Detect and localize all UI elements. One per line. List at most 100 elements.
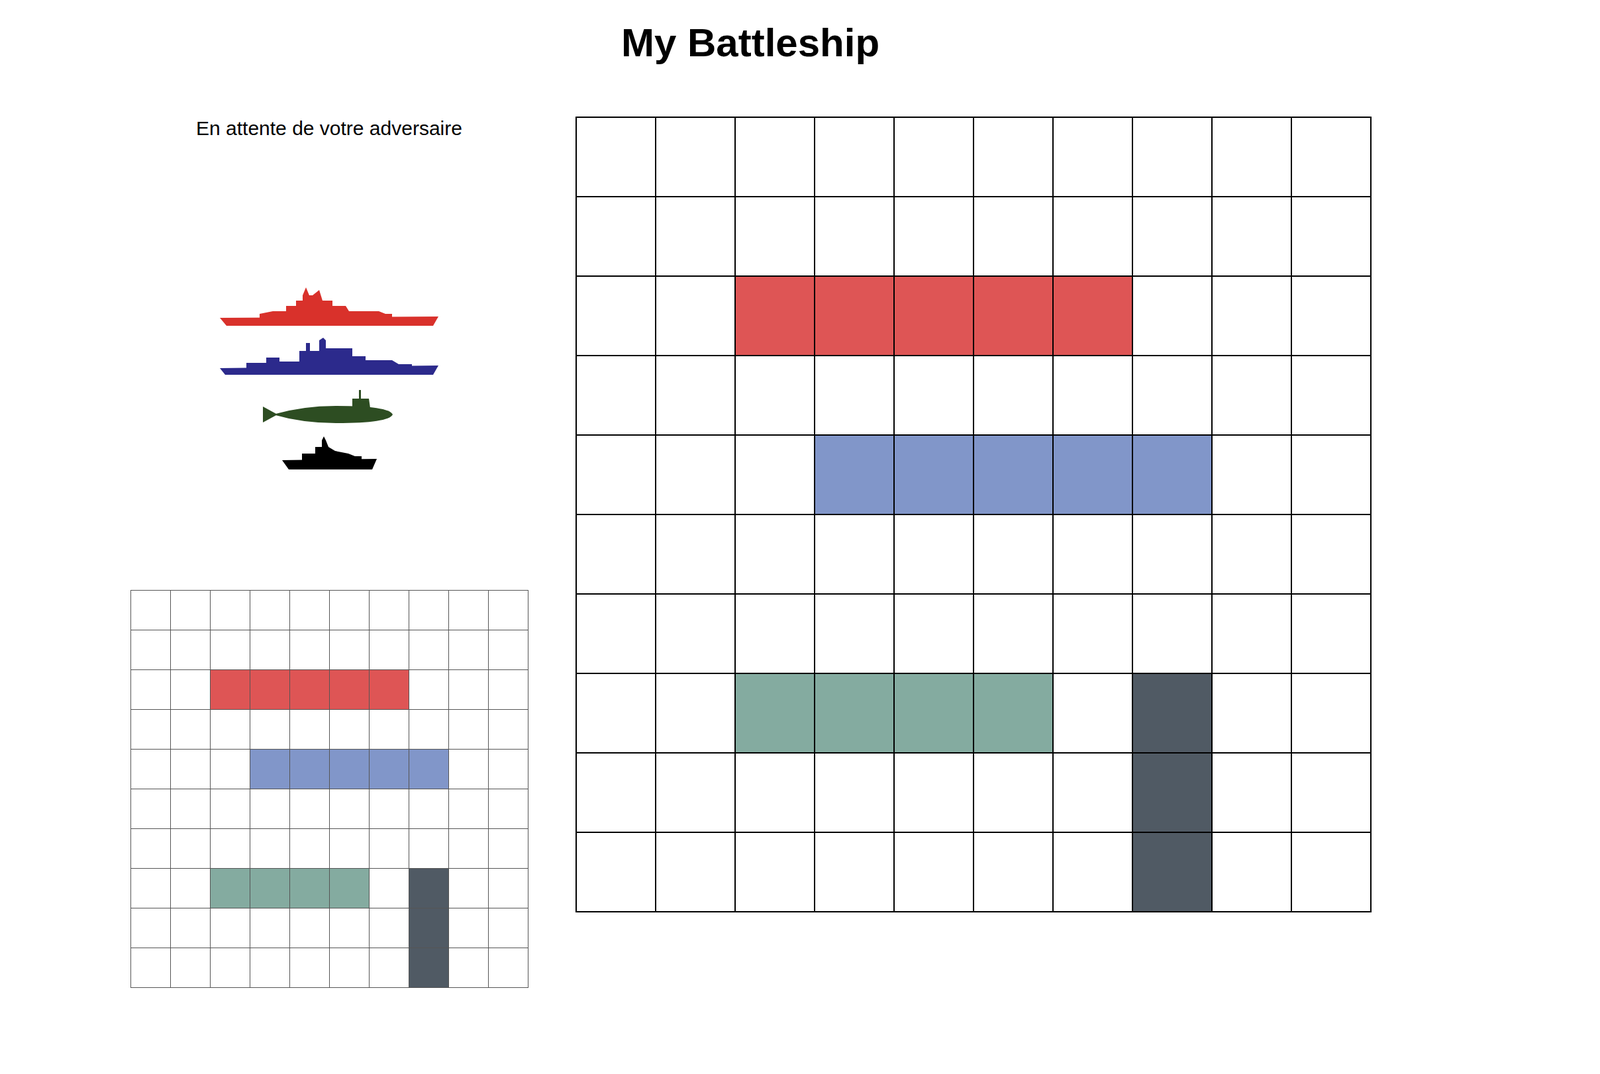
ship-cell[interactable] (290, 749, 330, 790)
grid-cell[interactable] (1292, 197, 1372, 277)
grid-cell[interactable] (1292, 435, 1372, 516)
ship-cell[interactable] (210, 670, 251, 710)
ship-cell[interactable] (409, 749, 450, 790)
grid-cell[interactable] (329, 789, 370, 830)
grid-cell[interactable] (131, 868, 171, 909)
grid-cell[interactable] (894, 515, 975, 595)
grid-cell[interactable] (656, 515, 736, 595)
grid-cell[interactable] (290, 908, 330, 949)
grid-cell[interactable] (329, 948, 370, 989)
grid-cell[interactable] (815, 117, 895, 198)
grid-cell[interactable] (409, 829, 450, 869)
grid-cell[interactable] (409, 709, 450, 750)
grid-cell[interactable] (815, 594, 895, 675)
grid-cell[interactable] (1053, 197, 1134, 277)
grid-cell[interactable] (449, 789, 489, 830)
grid-cell[interactable] (1212, 674, 1293, 754)
grid-cell[interactable] (170, 670, 211, 710)
grid-cell[interactable] (656, 356, 736, 436)
grid-cell[interactable] (210, 948, 251, 989)
grid-cell[interactable] (576, 594, 657, 675)
ship-cell[interactable] (329, 749, 370, 790)
grid-cell[interactable] (290, 789, 330, 830)
ship-cell[interactable] (735, 276, 816, 357)
grid-cell[interactable] (369, 948, 410, 989)
grid-cell[interactable] (210, 829, 251, 869)
grid-cell[interactable] (576, 833, 657, 913)
grid-cell[interactable] (170, 908, 211, 949)
grid-cell[interactable] (974, 753, 1054, 834)
grid-cell[interactable] (815, 753, 895, 834)
ship-cell[interactable] (250, 749, 291, 790)
grid-cell[interactable] (369, 908, 410, 949)
grid-cell[interactable] (974, 197, 1054, 277)
ship-cell[interactable] (409, 908, 450, 949)
grid-cell[interactable] (329, 590, 370, 631)
grid-cell[interactable] (488, 630, 529, 671)
grid-cell[interactable] (329, 630, 370, 671)
grid-cell[interactable] (1212, 833, 1293, 913)
grid-cell[interactable] (735, 435, 816, 516)
grid-cell[interactable] (656, 674, 736, 754)
grid-cell[interactable] (250, 789, 291, 830)
grid-cell[interactable] (974, 594, 1054, 675)
grid-cell[interactable] (894, 594, 975, 675)
grid-cell[interactable] (1212, 356, 1293, 436)
grid-cell[interactable] (131, 590, 171, 631)
grid-cell[interactable] (449, 829, 489, 869)
grid-cell[interactable] (1053, 833, 1134, 913)
grid-cell[interactable] (250, 829, 291, 869)
ship-cell[interactable] (369, 749, 410, 790)
grid-cell[interactable] (974, 515, 1054, 595)
grid-cell[interactable] (369, 630, 410, 671)
grid-cell[interactable] (250, 908, 291, 949)
grid-cell[interactable] (1053, 674, 1134, 754)
ship-cell[interactable] (894, 674, 975, 754)
grid-cell[interactable] (894, 197, 975, 277)
grid-cell[interactable] (449, 749, 489, 790)
grid-cell[interactable] (1292, 356, 1372, 436)
grid-cell[interactable] (131, 948, 171, 989)
grid-cell[interactable] (894, 117, 975, 198)
grid-cell[interactable] (1292, 674, 1372, 754)
ship-cell[interactable] (290, 670, 330, 710)
grid-cell[interactable] (1292, 833, 1372, 913)
grid-cell[interactable] (1133, 356, 1213, 436)
grid-cell[interactable] (1212, 197, 1293, 277)
ship-cell[interactable] (974, 435, 1054, 516)
ship-cell[interactable] (1133, 435, 1213, 516)
grid-cell[interactable] (656, 594, 736, 675)
grid-cell[interactable] (290, 630, 330, 671)
grid-cell[interactable] (210, 908, 251, 949)
grid-cell[interactable] (1053, 117, 1134, 198)
grid-cell[interactable] (1133, 197, 1213, 277)
ship-cell[interactable] (329, 868, 370, 909)
grid-cell[interactable] (815, 833, 895, 913)
grid-cell[interactable] (210, 630, 251, 671)
grid-cell[interactable] (488, 908, 529, 949)
grid-cell[interactable] (449, 590, 489, 631)
grid-cell[interactable] (369, 789, 410, 830)
ship-cell[interactable] (369, 670, 410, 710)
ship-cell[interactable] (974, 276, 1054, 357)
ship-cell[interactable] (1133, 674, 1213, 754)
ship-cell[interactable] (815, 674, 895, 754)
ship-cell[interactable] (1053, 276, 1134, 357)
grid-cell[interactable] (449, 908, 489, 949)
grid-cell[interactable] (488, 749, 529, 790)
grid-cell[interactable] (576, 276, 657, 357)
grid-cell[interactable] (170, 829, 211, 869)
grid-cell[interactable] (1212, 753, 1293, 834)
grid-cell[interactable] (576, 515, 657, 595)
grid-cell[interactable] (576, 674, 657, 754)
grid-cell[interactable] (488, 670, 529, 710)
ship-cell[interactable] (1133, 753, 1213, 834)
grid-cell[interactable] (1133, 594, 1213, 675)
ship-cell[interactable] (329, 670, 370, 710)
ship-cell[interactable] (290, 868, 330, 909)
grid-cell[interactable] (735, 594, 816, 675)
ship-cell[interactable] (250, 670, 291, 710)
grid-cell[interactable] (210, 590, 251, 631)
grid-cell[interactable] (656, 197, 736, 277)
grid-cell[interactable] (576, 753, 657, 834)
